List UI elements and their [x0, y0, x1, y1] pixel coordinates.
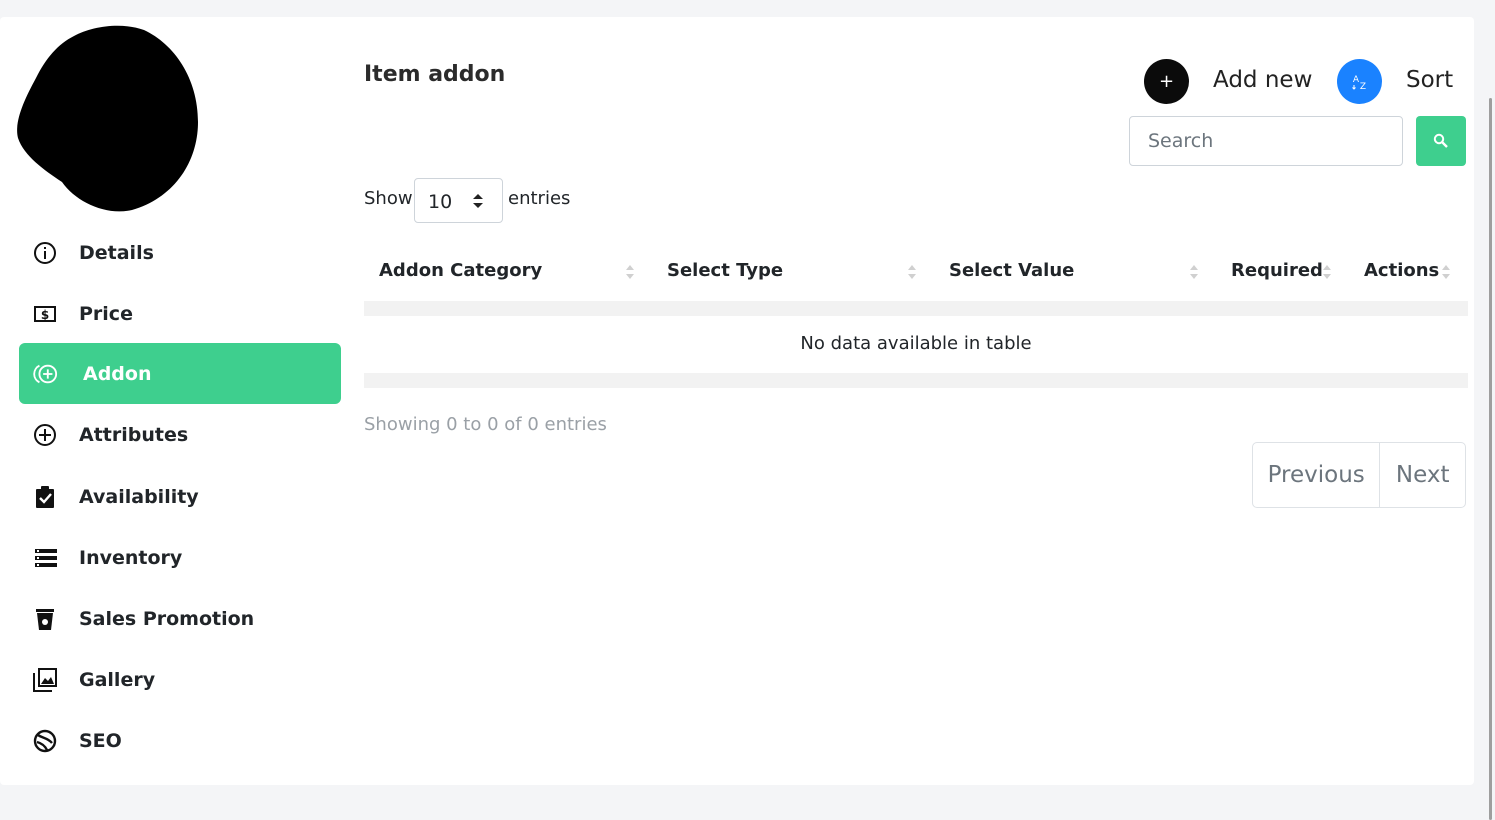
image-stack-icon — [32, 667, 58, 693]
sidebar-item-label: Availability — [79, 485, 199, 508]
stacked-list-icon — [32, 545, 58, 571]
sort-label[interactable]: Sort — [1406, 67, 1453, 93]
plus-circle-icon — [32, 422, 58, 448]
entries-length-select[interactable]: 10 — [414, 178, 503, 223]
sort-button[interactable]: A Z — [1337, 59, 1382, 104]
next-page-button[interactable]: Next — [1380, 443, 1465, 507]
add-new-label[interactable]: Add new — [1213, 67, 1312, 93]
sort-alpha-icon: A Z — [1351, 75, 1366, 92]
sidebar-item-availability[interactable]: Availability — [19, 466, 341, 527]
sidebar-item-label: Gallery — [79, 668, 156, 691]
avatar — [17, 25, 198, 212]
table-header-divider — [364, 301, 1468, 316]
add-new-button[interactable]: + — [1144, 59, 1189, 104]
svg-text:A: A — [1352, 75, 1359, 85]
column-header-addon-category[interactable]: Addon Category — [379, 260, 542, 281]
table-empty-message: No data available in table — [800, 333, 1032, 354]
clipboard-check-icon — [32, 484, 58, 510]
sort-arrows-icon — [908, 265, 916, 279]
sidebar-item-label: Sales Promotion — [79, 607, 255, 630]
page-title: Item addon — [364, 62, 506, 87]
column-header-select-value[interactable]: Select Value — [949, 260, 1074, 281]
cup-icon — [32, 606, 58, 632]
sidebar-item-label: Inventory — [79, 546, 183, 569]
column-header-select-type[interactable]: Select Type — [667, 260, 783, 281]
sidebar-item-gallery[interactable]: Gallery — [19, 649, 341, 710]
svg-text:$: $ — [41, 308, 49, 322]
search-input[interactable] — [1129, 116, 1403, 166]
sidebar-item-details[interactable]: Details — [19, 222, 341, 283]
scrollbar-thumb[interactable] — [1489, 98, 1492, 820]
entries-length-value: 10 — [428, 191, 453, 213]
column-header-actions[interactable]: Actions — [1364, 260, 1439, 281]
sidebar-item-label: Price — [79, 302, 133, 325]
dollar-bill-icon: $ — [32, 301, 58, 327]
sort-arrows-icon — [1190, 265, 1198, 279]
sort-arrows-icon — [626, 265, 634, 279]
updown-arrow-icon — [473, 194, 483, 208]
sidebar-item-price[interactable]: $ Price — [19, 283, 341, 344]
plus-icon: + — [1158, 71, 1175, 92]
table-footer-divider — [364, 373, 1468, 388]
table-info: Showing 0 to 0 of 0 entries — [364, 414, 607, 435]
length-suffix: entries — [508, 188, 571, 209]
sidebar-item-inventory[interactable]: Inventory — [19, 527, 341, 588]
globe-slash-icon — [32, 728, 58, 754]
sort-arrows-icon — [1323, 265, 1331, 279]
svg-text:Z: Z — [1359, 82, 1365, 92]
sort-arrows-icon — [1442, 265, 1450, 279]
sidebar-item-seo[interactable]: SEO — [19, 710, 341, 771]
sidebar-item-label: Attributes — [79, 423, 189, 446]
info-circle-icon — [32, 240, 58, 266]
length-prefix: Show — [364, 188, 413, 209]
search-icon — [1433, 133, 1448, 148]
sidebar-item-addon[interactable]: Addon — [19, 343, 341, 404]
search-button[interactable] — [1416, 116, 1466, 166]
column-header-required[interactable]: Required — [1231, 260, 1323, 281]
sidebar-item-attributes[interactable]: Attributes — [19, 404, 341, 465]
addon-circle-plus-icon — [32, 361, 58, 387]
pagination: Previous Next — [1252, 442, 1466, 508]
sidebar-item-label: Details — [79, 241, 154, 264]
previous-page-button[interactable]: Previous — [1253, 443, 1381, 507]
sidebar-item-label: Addon — [83, 362, 152, 385]
sidebar-item-sales-promotion[interactable]: Sales Promotion — [19, 588, 341, 649]
sidebar-item-label: SEO — [79, 729, 122, 752]
